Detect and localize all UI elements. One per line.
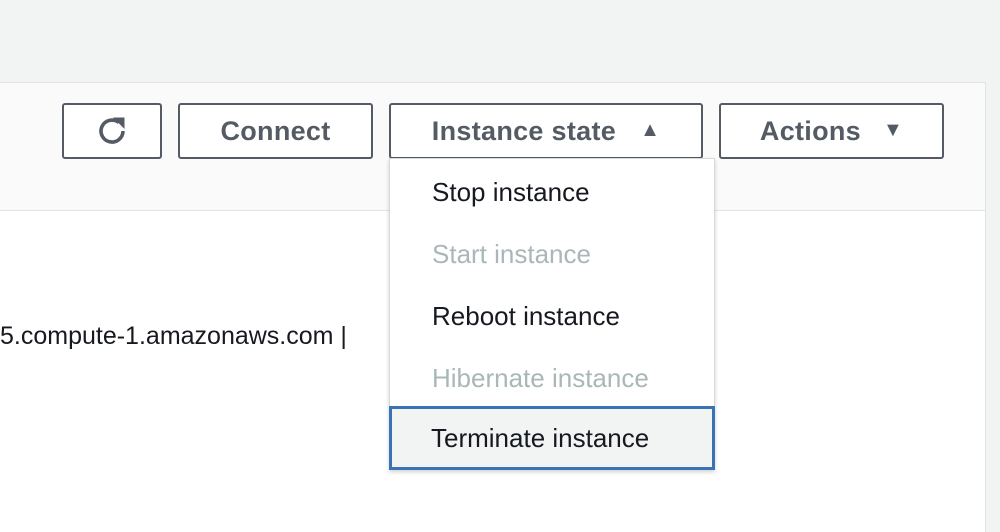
instance-state-button[interactable]: Instance state ▲ xyxy=(389,103,703,159)
menu-item-stop-instance[interactable]: Stop instance xyxy=(390,161,714,223)
menu-item-reboot-instance[interactable]: Reboot instance xyxy=(390,285,714,347)
connect-button[interactable]: Connect xyxy=(178,103,373,159)
refresh-button[interactable] xyxy=(62,103,162,159)
caret-down-icon: ▼ xyxy=(883,118,904,141)
instance-state-label: Instance state xyxy=(431,115,617,146)
menu-item-hibernate-instance: Hibernate instance xyxy=(432,362,649,393)
caret-up-icon: ▲ xyxy=(640,118,661,141)
public-dns-text: 5.compute-1.amazonaws.com | xyxy=(0,322,347,350)
actions-button[interactable]: Actions ▼ xyxy=(719,103,944,159)
menu-item-terminate-instance[interactable]: Terminate instance xyxy=(389,406,715,470)
menu-item-start-instance: Start instance xyxy=(432,238,591,269)
connect-button-label: Connect xyxy=(220,115,331,146)
actions-label: Actions xyxy=(759,115,861,146)
instance-state-menu: Stop instance Start instance Reboot inst… xyxy=(389,158,715,470)
refresh-icon xyxy=(99,117,125,144)
